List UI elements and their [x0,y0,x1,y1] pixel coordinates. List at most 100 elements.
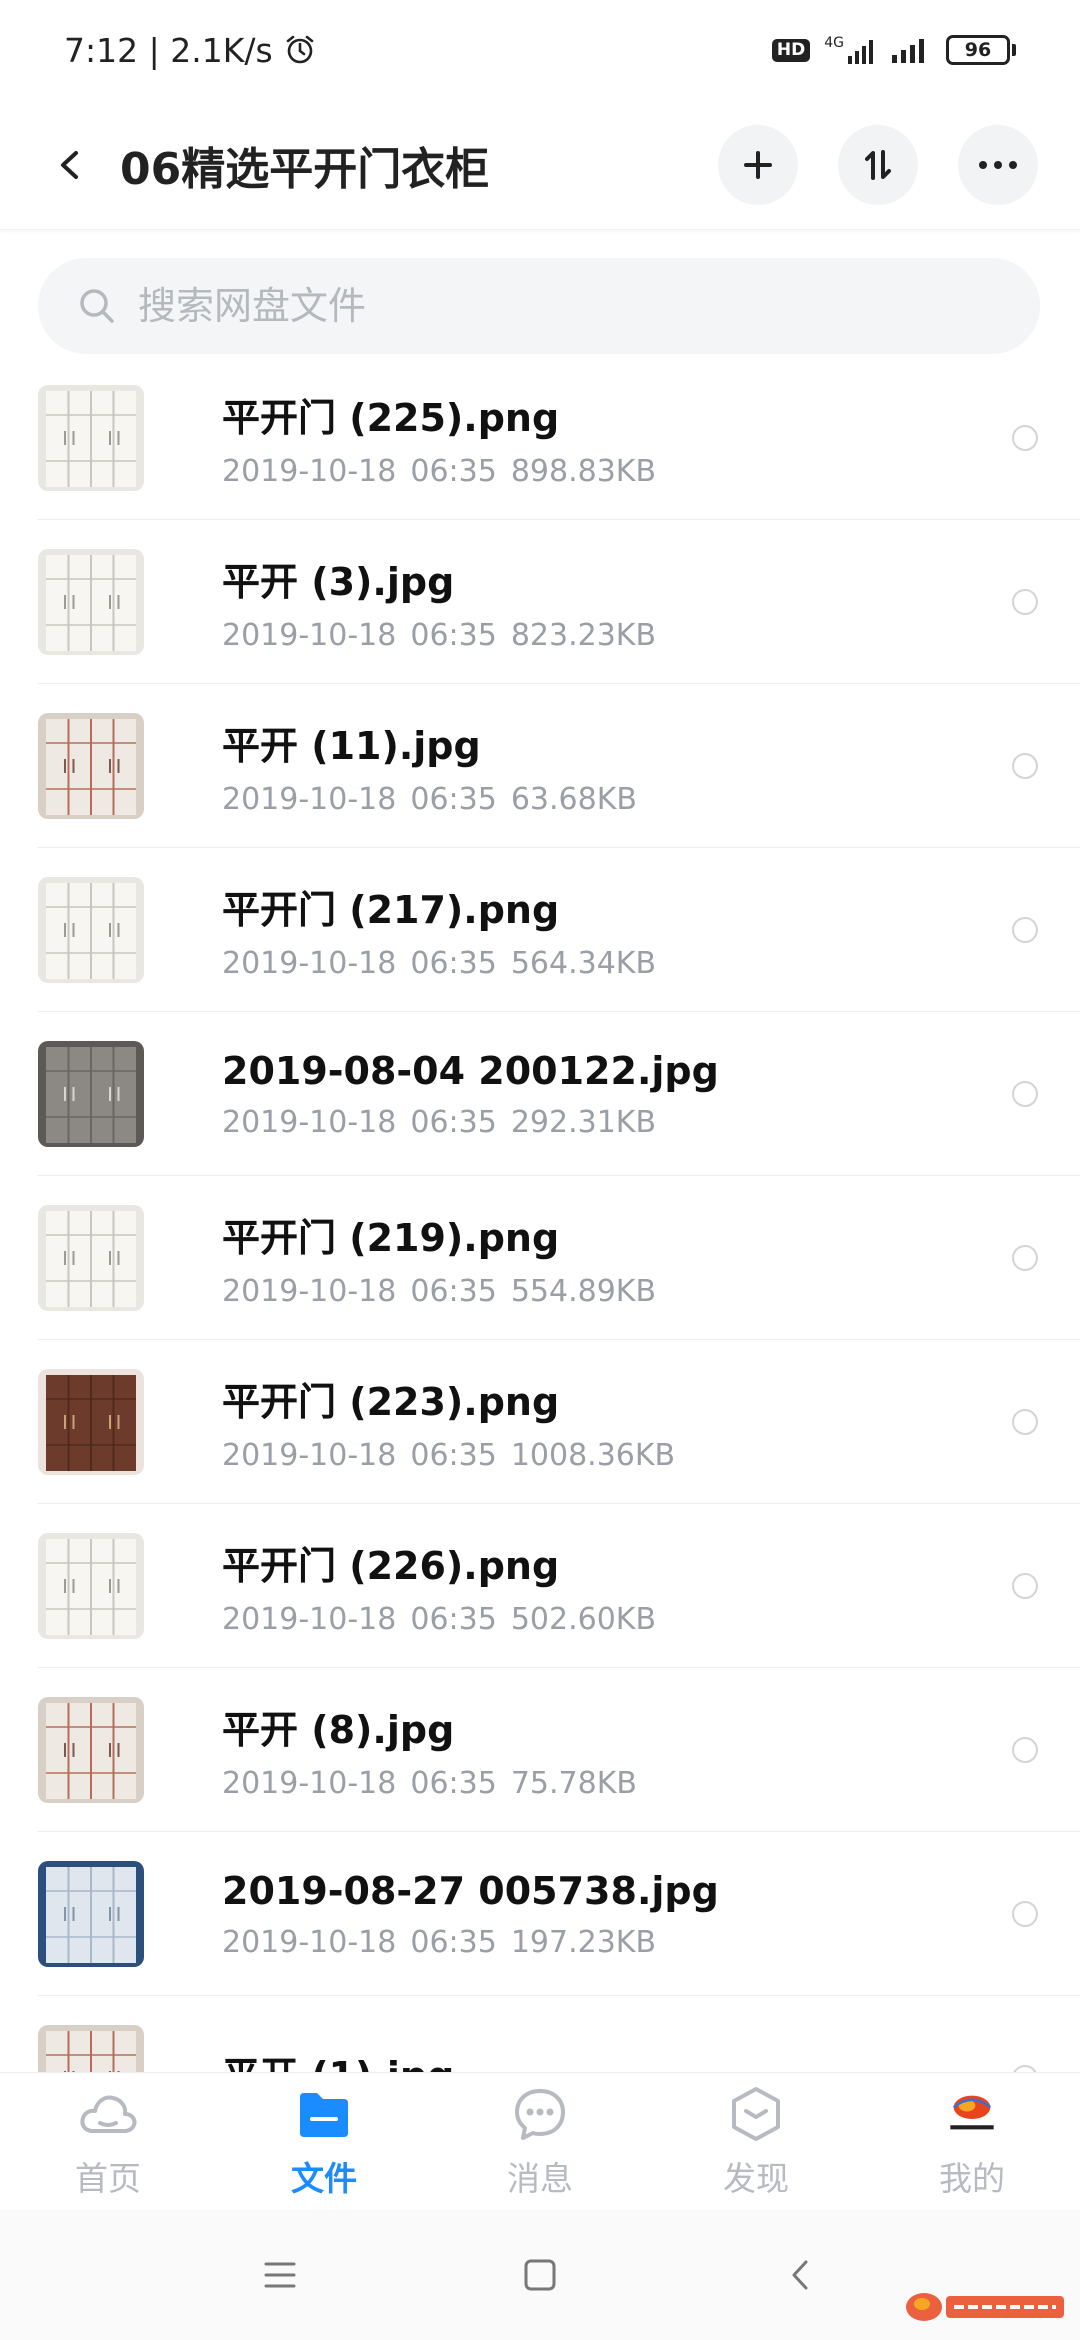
home-nav-button[interactable] [510,2245,570,2305]
select-checkbox[interactable] [1012,1901,1038,1927]
file-time: 06:35 [410,1438,497,1473]
discover-icon [726,2084,786,2144]
search-bar[interactable] [38,258,1040,354]
file-info: 平开 (11).jpg 2019-10-18 06:35 63.68KB [222,715,637,817]
status-right: HD 4G 96 [771,35,1016,65]
file-size: 63.68KB [510,782,637,817]
select-checkbox[interactable] [1012,425,1038,451]
select-checkbox[interactable] [1012,917,1038,943]
file-thumbnail [38,1369,144,1475]
status-bar: 7:12 | 2.1K/s HD 4G 96 [0,0,1080,100]
select-checkbox[interactable] [1012,1409,1038,1435]
tab-home[interactable]: 首页 [18,2073,198,2210]
search-icon [80,289,114,323]
file-meta: 2019-10-18 06:35 554.89KB [222,1274,656,1309]
search-input[interactable] [138,284,938,328]
file-info: 平开门 (223).png 2019-10-18 06:35 1008.36KB [222,1371,675,1473]
file-meta: 2019-10-18 06:35 502.60KB [222,1602,656,1637]
file-info: 平开门 (219).png 2019-10-18 06:35 554.89KB [222,1207,656,1309]
tab-discover[interactable]: 发现 [666,2073,846,2210]
file-row[interactable]: 平开 (8).jpg 2019-10-18 06:35 75.78KB [0,1668,1080,1832]
file-date: 2019-10-18 [222,1104,397,1140]
select-checkbox[interactable] [1012,589,1038,615]
back-triangle-icon [792,2260,808,2290]
status-left: 7:12 | 2.1K/s [64,31,317,70]
file-row[interactable]: 2019-08-04 200122.jpg 2019-10-18 06:35 292.… [0,1012,1080,1176]
tab-profile[interactable]: 我的 [882,2073,1062,2210]
file-time: 06:35 [410,454,497,489]
file-info: 平开 (3).jpg 2019-10-18 06:35 823.23KB [222,551,656,653]
file-size: 554.89KB [510,1274,657,1309]
file-info: 平开 (8).jpg 2019-10-18 06:35 75.78KB [222,1699,637,1801]
file-size: 823.23KB [510,618,657,653]
file-date: 2019-10-18 [222,782,397,817]
file-meta: 2019-10-18 06:35 292.31KB [222,1105,719,1140]
file-row[interactable]: 平开 (11).jpg 2019-10-18 06:35 63.68KB [0,684,1080,848]
file-row[interactable]: 平开门 (226).png 2019-10-18 06:35 502.60KB [0,1504,1080,1668]
tab-home-label: 首页 [75,2158,141,2198]
file-thumbnail [38,877,144,983]
file-row[interactable]: 2019-08-27 005738.jpg 2019-10-18 06:35 197.… [0,1832,1080,1996]
file-row[interactable]: 平开 (3).jpg 2019-10-18 06:35 823.23KB [0,520,1080,684]
file-thumbnail [38,1861,144,1967]
back-nav-button[interactable] [770,2245,830,2305]
file-size: 292.31KB [510,1104,657,1140]
file-name: 平开 (1).jpg [222,2045,454,2073]
signal-bars-icon [848,40,873,64]
file-size: 564.34KB [510,946,657,981]
file-meta: 2019-10-18 06:35 823.23KB [222,618,656,653]
file-row[interactable]: 平开门 (219).png 2019-10-18 06:35 554.89KB [0,1176,1080,1340]
chat-icon [510,2084,570,2144]
header: 06精选平开门衣柜 [0,100,1080,230]
select-checkbox[interactable] [1012,753,1038,779]
folder-icon [294,2084,354,2144]
file-time: 06:35 [410,1602,497,1637]
signal-4g: 4G [824,36,878,64]
more-button[interactable] [958,124,1038,205]
file-list: 平开门 (225).png 2019-10-18 06:35 898.83KB 平开 (… [0,356,1080,2072]
file-name: 平开门 (226).png [222,1544,560,1588]
file-size: 502.60KB [510,1602,657,1637]
tab-messages[interactable]: 消息 [450,2073,630,2210]
file-date: 2019-10-18 [222,454,397,489]
file-row[interactable]: 平开门 (223).png 2019-10-18 06:35 1008.36KB [0,1340,1080,1504]
file-time: 06:35 [410,1274,497,1309]
network-label: 4G [824,35,844,51]
signal-bars-2-icon [892,39,924,63]
tab-files-label: 文件 [291,2158,357,2198]
back-button[interactable] [30,125,110,205]
file-meta: 2019-10-18 06:35 197.23KB [222,1925,719,1960]
select-checkbox[interactable] [1012,1737,1038,1763]
file-date: 2019-10-18 [222,946,397,981]
file-name: 2019-08-04 200122.jpg [222,1048,719,1093]
menu-nav-button[interactable] [250,2245,310,2305]
file-row[interactable]: 平开门 (225).png 2019-10-18 06:35 898.83KB [0,356,1080,520]
file-info: 平开门 (217).png 2019-10-18 06:35 564.34KB [222,879,656,981]
file-name: 平开 (8).jpg [222,1708,455,1752]
status-speed: 2.1K/s [170,30,273,70]
file-date: 2019-10-18 [222,1602,397,1637]
file-name: 平开 (3).jpg [222,560,455,604]
file-meta: 2019-10-18 06:35 564.34KB [222,946,656,981]
status-separator: | [138,30,171,70]
sort-icon [865,149,891,180]
more-icon [979,160,1017,169]
add-button[interactable] [718,124,798,205]
file-row[interactable]: 平开 (1).jpg [0,1996,1080,2072]
select-checkbox[interactable] [1012,1081,1038,1107]
file-info: 平开门 (225).png 2019-10-18 06:35 898.83KB [222,387,656,489]
select-checkbox[interactable] [1012,2065,1038,2072]
file-size: 197.23KB [510,1924,657,1960]
file-time: 06:35 [410,782,497,817]
file-name: 2019-08-27 005738.jpg [222,1868,719,1913]
file-thumbnail [38,1041,144,1147]
file-time: 06:35 [410,1766,497,1801]
select-checkbox[interactable] [1012,1245,1038,1271]
status-time: 7:12 [64,30,139,70]
file-row[interactable]: 平开门 (217).png 2019-10-18 06:35 564.34KB [0,848,1080,1012]
tab-files[interactable]: 文件 [234,2073,414,2210]
file-info: 平开 (1).jpg [222,2045,454,2073]
file-info: 2019-08-04 200122.jpg 2019-10-18 06:35 292.… [222,1049,719,1140]
select-checkbox[interactable] [1012,1573,1038,1599]
sort-button[interactable] [838,124,918,205]
